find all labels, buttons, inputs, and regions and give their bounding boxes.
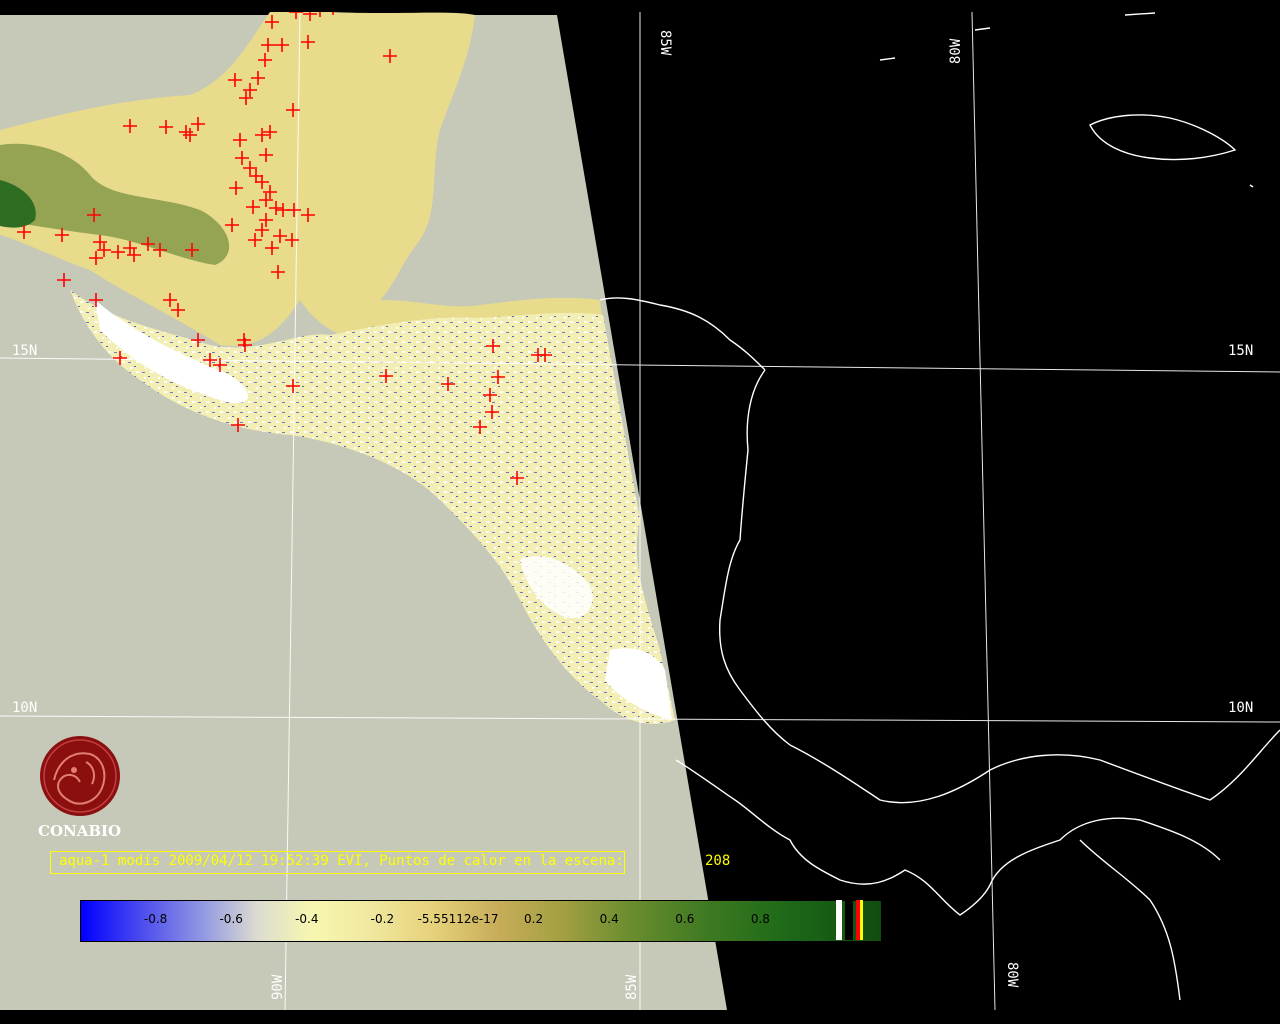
coast-colombia — [1079, 839, 1181, 1001]
colorbar-class-other — [860, 900, 863, 940]
colorbar-class-cloud — [845, 900, 853, 940]
label-lat-10-left: 10N — [12, 700, 37, 716]
gridline-lon-80 — [971, 11, 996, 1011]
colorbar-class-no-data — [836, 900, 842, 940]
label-lat-15-right: 15N — [1228, 343, 1253, 359]
label-lon-85-top: 85W — [657, 30, 673, 56]
colorbar-tick-label: -0.4 — [295, 912, 319, 926]
label-lon-85-bottom: 85W — [624, 974, 640, 1000]
label-lat-10-right: 10N — [1228, 700, 1253, 716]
hotspot-count: 208 — [705, 853, 731, 869]
coast-panama-south — [675, 759, 1221, 916]
map-image: 15N 15N 10N 10N 85W 80W 90W 85W 80W CONA… — [0, 0, 1280, 1024]
coastlines — [599, 12, 1280, 1001]
colorbar-tick-label: 0.8 — [750, 912, 770, 926]
coast-honduras — [599, 297, 766, 371]
coast-small-islands — [879, 12, 1254, 188]
colorbar-tick-label: -5.55112e-17 — [417, 912, 499, 926]
scene-caption: aqua-1 modis 2009/04/12 19:52:39 EVI, Pu… — [50, 851, 625, 874]
colorbar-tick-label: 0.4 — [599, 912, 619, 926]
colorbar-tick-label: -0.6 — [219, 912, 243, 926]
label-lon-80-top: 80W — [948, 38, 964, 64]
conabio-logo-text: CONABIO — [38, 822, 122, 840]
label-lat-15-left: 15N — [12, 343, 37, 359]
coast-jamaica — [1089, 114, 1237, 161]
colorbar-tick-label: 0.6 — [675, 912, 695, 926]
colorbar-tick-label: -0.8 — [143, 912, 168, 926]
bottom-band — [0, 1010, 1280, 1024]
scene-caption-text: aqua-1 modis 2009/04/12 19:52:39 EVI, Pu… — [59, 853, 624, 869]
coast-nicaragua — [718, 369, 791, 746]
top-band — [0, 0, 1280, 12]
colorbar-tick-label: 0.2 — [524, 912, 544, 926]
label-lon-90-bottom: 90W — [270, 974, 286, 1000]
coast-costa-rica-panama — [789, 729, 1280, 804]
colorbar-tick-label: -0.2 — [370, 912, 395, 926]
label-lon-80-bottom: 80W — [1004, 962, 1020, 988]
